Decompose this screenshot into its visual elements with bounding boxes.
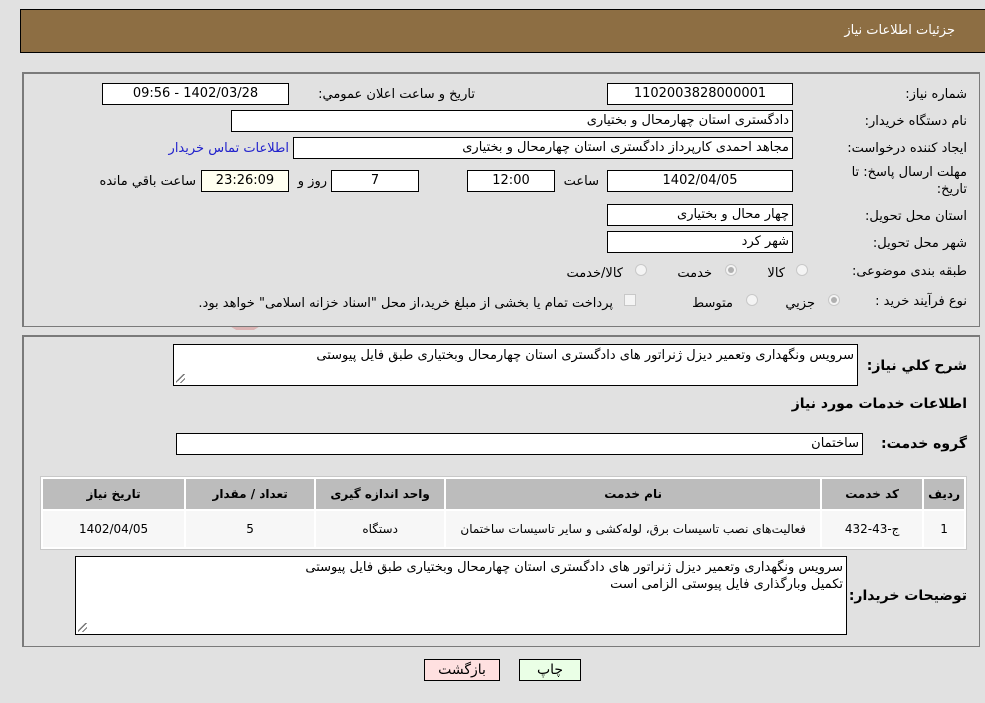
category-label: طبقه بندی موضوعی: xyxy=(851,264,967,279)
treasury-checkbox[interactable] xyxy=(624,294,636,306)
announce-datetime-label: تاریخ و ساعت اعلان عمومي: xyxy=(318,87,475,102)
cell-service-name: فعالیت‌های نصب تاسیسات برق، لوله‌کشی و س… xyxy=(446,511,821,547)
deadline-date-field: 1402/04/05 xyxy=(607,170,793,192)
purchase-type-radio-medium[interactable] xyxy=(746,294,758,306)
col-header-need-date: تاریخ نیاز xyxy=(43,479,185,509)
page-header: جزئیات اطلاعات نیاز xyxy=(20,9,985,53)
col-header-service-name: نام خدمت xyxy=(446,479,821,509)
cell-unit: دستگاه xyxy=(316,511,445,547)
services-section-title: اطلاعات خدمات مورد نیاز xyxy=(791,396,967,412)
buyer-notes-line2: تکمیل وبارگذاری فایل پیوستی الزامی است xyxy=(610,577,843,592)
buyer-notes-label: توضیحات خریدار: xyxy=(848,588,967,604)
cell-row-num: 1 xyxy=(924,511,964,547)
city-label: شهر محل تحویل: xyxy=(872,236,967,251)
cell-service-code: ج-43-432 xyxy=(822,511,923,547)
description-textarea[interactable]: سرویس ونگهداری وتعمیر دیزل ژنراتور های د… xyxy=(173,344,858,386)
category-radio-service[interactable] xyxy=(725,264,737,276)
purchase-type-radio-minor[interactable] xyxy=(828,294,840,306)
category-radio-goods[interactable] xyxy=(796,264,808,276)
col-header-row-num: ردیف xyxy=(924,479,964,509)
table-row: 1 ج-43-432 فعالیت‌های نصب تاسیسات برق، ل… xyxy=(43,511,964,547)
requester-field: مجاهد احمدی کارپرداز دادگستری استان چهار… xyxy=(293,137,793,159)
resize-grip-icon[interactable] xyxy=(78,623,87,632)
buyer-notes-textarea[interactable]: سرویس ونگهداری وتعمیر دیزل ژنراتور های د… xyxy=(75,556,847,635)
remaining-days-field: 7 xyxy=(331,170,419,192)
buyer-contact-link[interactable]: اطلاعات تماس خریدار xyxy=(169,141,289,156)
category-radio-goods-service[interactable] xyxy=(635,264,647,276)
remaining-time-label: ساعت باقي مانده xyxy=(99,174,196,189)
need-number-label: شماره نیاز: xyxy=(905,87,967,102)
buyer-notes-line1: سرویس ونگهداری وتعمیر دیزل ژنراتور های د… xyxy=(305,560,843,575)
service-group-field: ساختمان xyxy=(176,433,863,455)
treasury-note: پرداخت تمام یا بخشی از مبلغ خرید،از محل … xyxy=(198,296,613,311)
requester-label: ایجاد کننده درخواست: xyxy=(847,141,967,156)
deadline-label-line2: تاریخ: xyxy=(936,182,967,197)
announce-datetime-field: 1402/03/28 - 09:56 xyxy=(102,83,289,105)
purchase-type-option-minor: جزیي xyxy=(785,296,815,311)
page-title: جزئیات اطلاعات نیاز xyxy=(844,23,955,38)
deadline-time-field: 12:00 xyxy=(467,170,555,192)
back-button[interactable]: بازگشت xyxy=(424,659,500,681)
city-field: شهر کرد xyxy=(607,231,793,253)
col-header-service-code: کد خدمت xyxy=(822,479,923,509)
province-field: چهار محال و بختیاری xyxy=(607,204,793,226)
cell-quantity: 5 xyxy=(186,511,315,547)
buyer-org-field: دادگستری استان چهارمحال و بختیاری xyxy=(231,110,793,132)
print-button[interactable]: چاپ xyxy=(519,659,581,681)
services-table: ردیف کد خدمت نام خدمت واحد اندازه گیری ت… xyxy=(40,476,967,550)
remaining-time-field: 23:26:09 xyxy=(201,170,289,192)
category-option-service: خدمت xyxy=(677,266,712,281)
days-label: روز و xyxy=(297,174,327,189)
description-text: سرویس ونگهداری وتعمیر دیزل ژنراتور های د… xyxy=(316,348,854,363)
deadline-label: مهلت ارسال پاسخ: تا xyxy=(851,165,967,180)
buyer-org-label: نام دستگاه خریدار: xyxy=(864,114,967,129)
province-label: استان محل تحویل: xyxy=(865,209,967,224)
service-group-label: گروه خدمت: xyxy=(881,436,967,452)
col-header-unit: واحد اندازه گیری xyxy=(316,479,445,509)
description-label: شرح کلي نیاز: xyxy=(866,358,967,374)
category-option-goods: کالا xyxy=(767,266,785,281)
cell-need-date: 1402/04/05 xyxy=(43,511,185,547)
purchase-type-option-medium: متوسط xyxy=(692,296,733,311)
need-number-field: 1102003828000001 xyxy=(607,83,793,105)
purchase-type-label: نوع فرآیند خرید : xyxy=(875,294,967,309)
deadline-time-label: ساعت xyxy=(563,174,599,189)
table-header-row: ردیف کد خدمت نام خدمت واحد اندازه گیری ت… xyxy=(43,479,964,509)
category-option-goods-service: کالا/خدمت xyxy=(566,266,623,281)
col-header-quantity: تعداد / مقدار xyxy=(186,479,315,509)
resize-grip-icon[interactable] xyxy=(176,374,185,383)
